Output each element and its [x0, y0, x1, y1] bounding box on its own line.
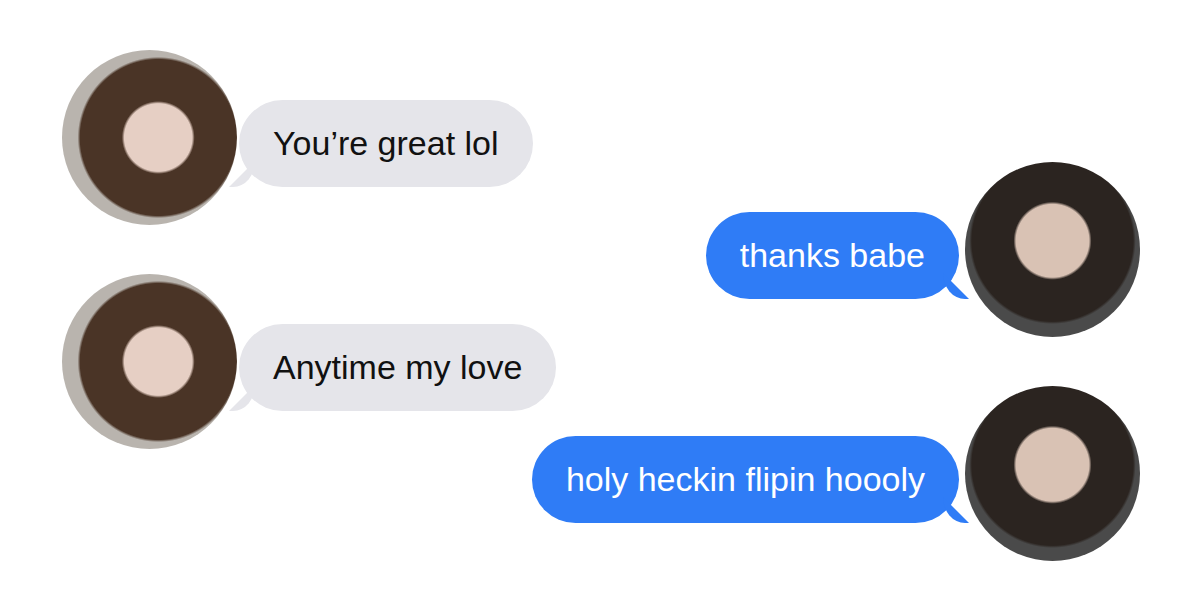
received-bubble: You’re great lol: [239, 100, 533, 187]
contact-avatar: [62, 50, 237, 225]
message-text: holy heckin flipin hoooly: [566, 459, 925, 500]
user-avatar: [965, 162, 1140, 337]
sent-bubble: holy heckin flipin hoooly: [532, 436, 959, 523]
conversation: You’re great lol thanks babe Anytime my lo…: [0, 0, 1200, 594]
message-row: holy heckin flipin hoooly: [62, 436, 1140, 523]
message-row: You’re great lol: [62, 100, 1140, 187]
contact-avatar: [62, 274, 237, 449]
message-text: Anytime my love: [273, 347, 522, 388]
message-text: You’re great lol: [273, 123, 499, 164]
message-row: thanks babe: [62, 212, 1140, 299]
message-row: Anytime my love: [62, 324, 1140, 411]
received-bubble: Anytime my love: [239, 324, 556, 411]
message-text: thanks babe: [740, 235, 925, 276]
user-avatar: [965, 386, 1140, 561]
sent-bubble: thanks babe: [706, 212, 959, 299]
